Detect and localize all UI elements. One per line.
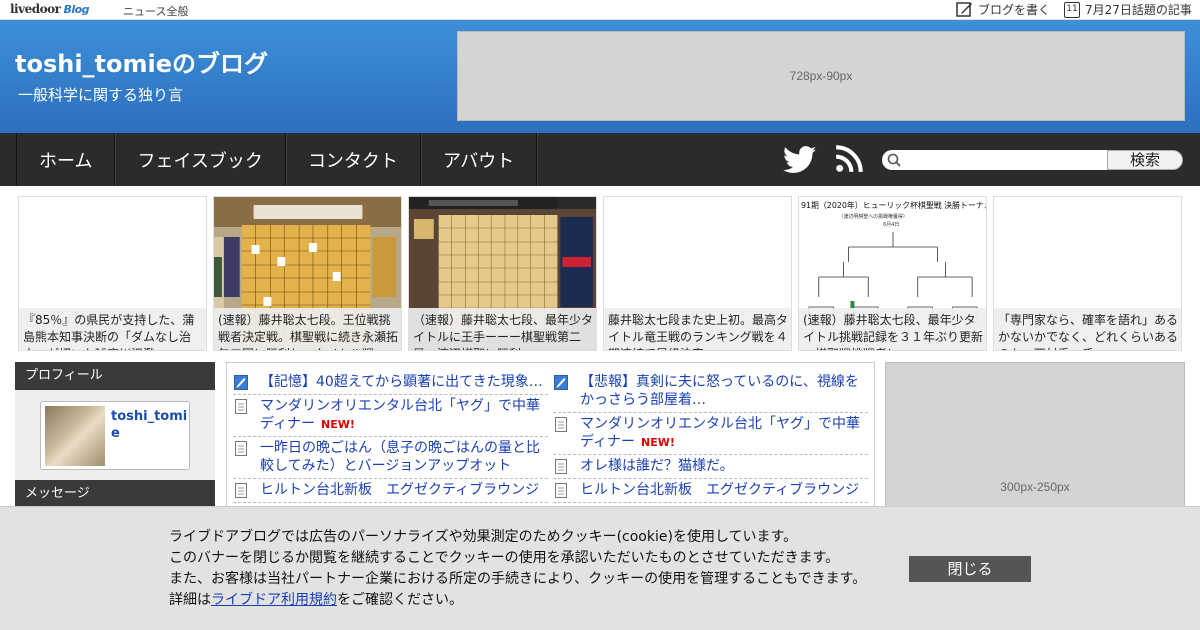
document-icon (555, 459, 567, 474)
write-blog-link[interactable]: ブログを書く (956, 1, 1050, 18)
list-item[interactable]: 【悲報】真剣に夫に怒っているのに、視線をかっさらう部屋着… (553, 371, 868, 413)
document-icon (235, 399, 247, 414)
thumb-card[interactable]: 「専門家なら、確率を語れ」あるかないかでなく、どれくらいあるのか、西村秀一氏 (993, 196, 1182, 351)
article-title: マンダリンオリエンタル台北「ヤグ」で中華ディナー (260, 398, 540, 432)
banner-ad-728[interactable]: 728px-90px (457, 31, 1185, 121)
article-title: 【悲報】真剣に夫に怒っているのに、視線をかっさらう部屋着… (580, 374, 859, 408)
article-title: オレ様は誰だ？猫様だ。 (580, 458, 734, 474)
list-item[interactable]: マンダリンオリエンタル台北「ヤグ」で中華ディナー NEW! (553, 413, 868, 455)
nav-item-contact[interactable]: コンタクト (286, 133, 421, 186)
cookie-line-3: また、お客様は当社パートナー企業における所定の手続きにより、クッキーの使用を管理… (169, 571, 867, 587)
thumb-card[interactable]: (速報）藤井聡太七段。王位戦挑戦者決定戦。棋聖戦に続き永瀬拓矢二冠に勝利し、タイ… (213, 196, 402, 351)
profile-card[interactable]: toshi_tomie (40, 401, 190, 470)
bracket-title: 91期（2020年）ヒューリック杯棋聖戦 決勝トーナメント (801, 200, 986, 210)
thumb-card[interactable]: 『85％』の県民が支持した、蒲島熊本知事決断の「ダムなし治水」が招いた球磨川氾濫 (18, 196, 207, 351)
nav-item-home[interactable]: ホーム (17, 133, 116, 186)
list-item[interactable]: マンダリンオリエンタル台北「ヤグ」で中華ディナー NEW! (233, 395, 548, 437)
cookie-line-4-prefix: 詳細は (169, 592, 211, 608)
search-icon (887, 153, 901, 167)
list-item[interactable]: ヒルトン台北新板 エグゼクティブラウンジ (233, 479, 548, 503)
topic-articles-link[interactable]: 11 7月27日話題の記事 (1064, 1, 1192, 18)
calendar-day: 11 (1066, 3, 1078, 14)
document-icon (555, 483, 567, 498)
bracket-date: 6月4日 (883, 222, 899, 228)
nav-items: ホーム フェイスブック コンタクト アバウト (16, 133, 538, 186)
cookie-line-4: 詳細はライブドア利用規約をご確認ください。 (169, 590, 866, 611)
message-heading: メッセージ (15, 480, 215, 508)
document-icon (235, 441, 247, 456)
thumb-caption: 『85％』の県民が支持した、蒲島熊本知事決断の「ダムなし治水」が招いた球磨川氾濫 (19, 308, 206, 350)
list-item[interactable]: 【記憶】40超えてから顕著に出てきた現象… (233, 371, 548, 395)
article-title: マンダリンオリエンタル台北「ヤグ」で中華ディナー (580, 416, 860, 450)
blog-title[interactable]: toshi_tomieのブログ (15, 44, 268, 79)
article-title: ヒルトン台北新板 エグゼクティブラウンジ (580, 482, 860, 498)
cookie-line-1: ライブドアブログでは広告のパーソナライズや効果測定のためクッキー(cookie)… (169, 529, 798, 545)
list-item[interactable]: ヒルトン台北新板 エグゼクティブラウンジ (553, 479, 868, 503)
article-title: 【記憶】40超えてから顕著に出てきた現象… (260, 374, 543, 390)
calendar-icon: 11 (1064, 1, 1080, 18)
thumb-caption: 藤井聡太七段また史上初。最高タイトル竜王戦のランキング戦を４期連続で昇級決定 (604, 308, 791, 350)
document-icon (555, 417, 567, 432)
articles-column-left: 【記憶】40超えてから顕著に出てきた現象… マンダリンオリエンタル台北「ヤグ」で… (233, 371, 548, 503)
terms-link[interactable]: ライブドア利用規約 (211, 592, 337, 608)
livedoor-blog-logo[interactable]: livedoor Blog (10, 2, 90, 16)
blog-subtitle: 一般科学に関する独り言 (18, 86, 184, 104)
avatar[interactable] (45, 406, 105, 466)
top-bar: livedoor Blog ニュース全般 ブログを書く 11 7月27日話題の記事 (0, 0, 1200, 20)
logo-text: livedoor (10, 2, 61, 16)
write-blog-label: ブログを書く (978, 3, 1051, 17)
close-button[interactable]: 閉じる (909, 556, 1031, 582)
new-badge: NEW! (641, 436, 675, 449)
cookie-line-4-suffix: をご確認ください。 (337, 592, 463, 608)
thumb-card[interactable]: 91期（2020年）ヒューリック杯棋聖戦 決勝トーナメント （渡辺明棋聖への挑戦… (798, 196, 987, 351)
logo-blog-text: Blog (63, 3, 90, 16)
profile-box: toshi_tomie (15, 390, 215, 480)
edit-icon (956, 2, 972, 17)
thumb-caption: 「専門家なら、確率を語れ」あるかないかでなく、どれくらいあるのか、西村秀一氏 (994, 308, 1181, 350)
thumb-card[interactable]: （速報）藤井聡太七段、最年少タイトルに王手ーーー棋聖戦第二局、渡辺棋聖に勝利 (408, 196, 597, 351)
cookie-banner: ライブドアブログでは広告のパーソナライズや効果測定のためクッキー(cookie)… (0, 506, 1200, 630)
nav-item-facebook[interactable]: フェイスブック (115, 133, 286, 186)
thumb-card[interactable]: 藤井聡太七段また史上初。最高タイトル竜王戦のランキング戦を４期連続で昇級決定 (603, 196, 792, 351)
pen-icon (554, 375, 568, 390)
list-item[interactable]: 一昨日の晩ごはん（息子の晩ごはんの量と比較してみた）とバージョンアップオット (233, 437, 548, 479)
news-link[interactable]: ニュース全般 (123, 3, 188, 19)
related-articles-thumbs: 『85％』の県民が支持した、蒲島熊本知事決断の「ダムなし治水」が招いた球磨川氾濫 (18, 196, 1182, 351)
new-badge: NEW! (321, 418, 355, 431)
topic-articles-label: 7月27日話題の記事 (1085, 3, 1192, 17)
pen-icon (234, 375, 248, 390)
thumb-caption: （速報）藤井聡太七段、最年少タイトルに王手ーーー棋聖戦第二局、渡辺棋聖に勝利 (409, 308, 596, 350)
rss-icon[interactable] (835, 145, 863, 173)
cookie-line-2: このバナーを閉じるか閲覧を継続することでクッキーの使用を承認いただいたものとさせ… (169, 550, 840, 566)
twitter-icon[interactable] (783, 146, 817, 174)
blog-header: toshi_tomieのブログ 一般科学に関する独り言 728px-90px (0, 20, 1200, 133)
nav-item-about[interactable]: アバウト (421, 133, 538, 186)
profile-name[interactable]: toshi_tomie (111, 408, 189, 442)
articles-column-right: 【悲報】真剣に夫に怒っているのに、視線をかっさらう部屋着… マンダリンオリエンタ… (553, 371, 868, 503)
blogroll-articles: 【記憶】40超えてから顕著に出てきた現象… マンダリンオリエンタル台北「ヤグ」で… (226, 362, 875, 507)
list-item[interactable]: オレ様は誰だ？猫様だ。 (553, 455, 868, 479)
thumb-caption: (速報）藤井聡太七段、最年少タイトル挑戦記録を３１年ぶり更新ー棋聖戦挑戦者に (799, 308, 986, 350)
article-title: ヒルトン台北新板 エグゼクティブラウンジ (260, 482, 540, 498)
profile-heading: プロフィール (15, 362, 215, 390)
thumb-caption: (速報）藤井聡太七段。王位戦挑戦者決定戦。棋聖戦に続き永瀬拓矢二冠に勝利し、タイ… (214, 308, 401, 350)
article-title: 一昨日の晩ごはん（息子の晩ごはんの量と比較してみた）とバージョンアップオット (260, 440, 540, 474)
bracket-subtitle: （渡辺明棋聖への挑戦権獲得） (839, 213, 908, 220)
cookie-text: ライブドアブログでは広告のパーソナライズや効果測定のためクッキー(cookie)… (169, 527, 866, 611)
document-icon (235, 483, 247, 498)
search-button[interactable]: 検索 (1107, 150, 1183, 170)
search-input[interactable] (882, 150, 1108, 170)
